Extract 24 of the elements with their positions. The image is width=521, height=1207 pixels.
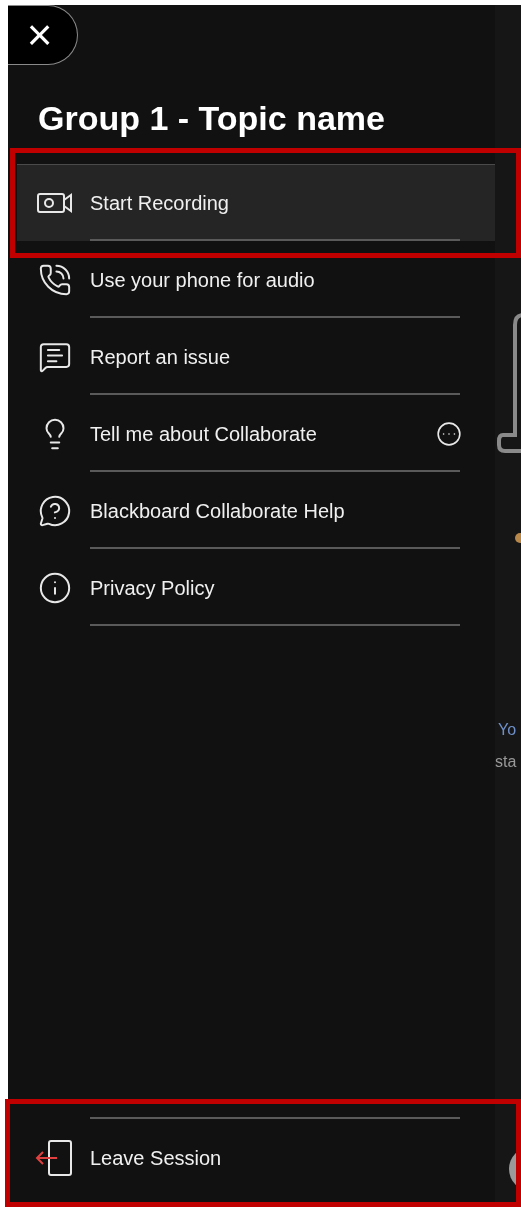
info-icon xyxy=(37,570,72,605)
menu-item[interactable]: Report an issue xyxy=(17,318,495,395)
leave-session-label: Leave Session xyxy=(90,1146,222,1171)
menu-item[interactable]: Use your phone for audio xyxy=(17,241,495,318)
menu-item[interactable]: Privacy Policy xyxy=(17,549,495,626)
menu-item-label: Report an issue xyxy=(90,344,231,370)
background-text: Yo xyxy=(498,720,517,740)
help-icon xyxy=(37,493,72,528)
menu-item-label: Tell me about Collaborate xyxy=(90,421,317,447)
menu-item[interactable]: Tell me about Collaborate xyxy=(17,395,495,472)
background-text: sta xyxy=(495,752,517,772)
menu-item[interactable]: Start Recording xyxy=(17,164,495,241)
more-options-icon[interactable] xyxy=(436,420,462,447)
exit-door-icon xyxy=(34,1140,73,1176)
menu-item[interactable]: Blackboard Collaborate Help xyxy=(17,472,495,549)
video-camera-icon xyxy=(36,191,73,215)
close-button[interactable]: × xyxy=(8,5,78,65)
menu-item-label: Use your phone for audio xyxy=(90,267,315,293)
menu-item-label: Start Recording xyxy=(90,191,229,216)
menu-item-label: Blackboard Collaborate Help xyxy=(90,498,345,524)
menu-item-label: Privacy Policy xyxy=(90,575,215,601)
panel-title: Group 1 - Topic name xyxy=(38,98,386,138)
phone-icon xyxy=(37,262,72,297)
leave-session-button[interactable]: Leave Session xyxy=(17,1119,495,1197)
